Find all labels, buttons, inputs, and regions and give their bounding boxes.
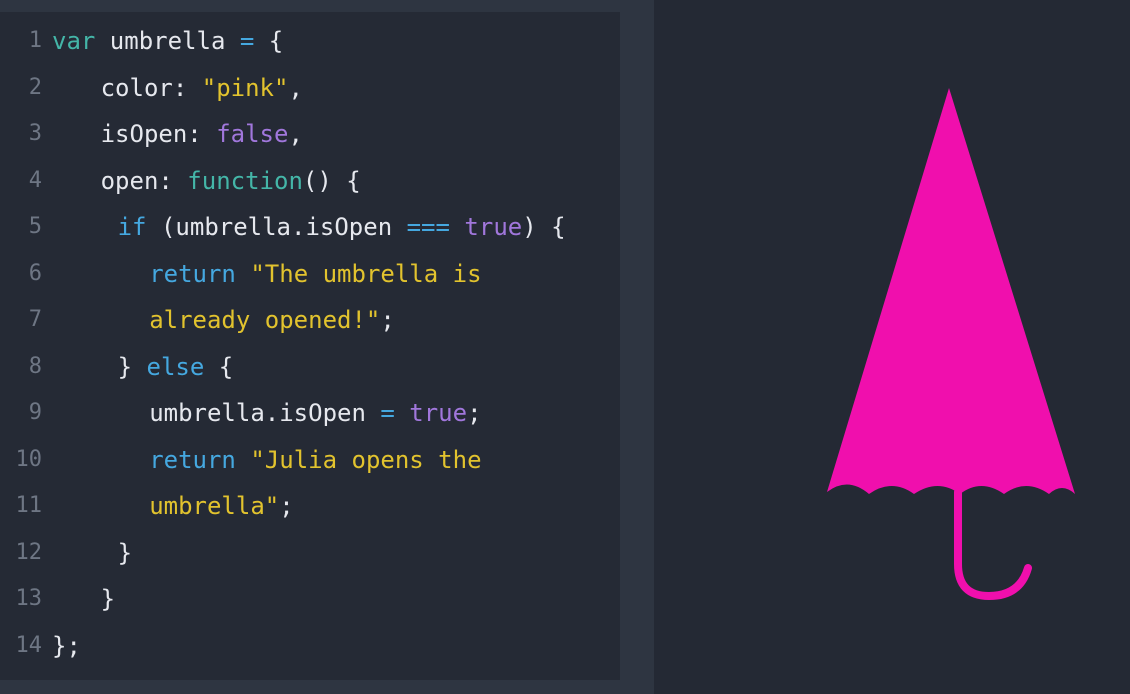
line-code[interactable]: return "Julia opens the bbox=[149, 448, 481, 472]
code-line[interactable]: 1 var umbrella = { bbox=[0, 29, 620, 76]
code-token: , bbox=[288, 120, 303, 148]
umbrella-handle bbox=[954, 488, 1032, 601]
code-line[interactable]: 13} bbox=[0, 587, 620, 634]
line-number: 6 bbox=[28, 260, 42, 286]
code-line[interactable]: 11 umbrella"; bbox=[0, 494, 620, 541]
code-token: } bbox=[117, 352, 147, 381]
code-token: }; bbox=[52, 631, 81, 660]
code-token: , bbox=[288, 73, 303, 102]
code-token: else bbox=[146, 352, 205, 381]
line-number: 14 bbox=[15, 632, 43, 658]
code-token: open: bbox=[100, 166, 188, 195]
code-token: isOpen: bbox=[100, 120, 217, 148]
code-token: ; bbox=[380, 306, 395, 334]
code-token: ; bbox=[467, 399, 482, 427]
code-token: true bbox=[464, 213, 523, 241]
code-token: return bbox=[149, 445, 236, 474]
code-line[interactable]: 7 already opened!"; bbox=[0, 308, 620, 355]
code-token: ; bbox=[279, 492, 294, 520]
line-number: 7 bbox=[28, 307, 42, 332]
line-code[interactable]: }; bbox=[52, 634, 81, 658]
code-lines: 1 var umbrella = {2 color: "pink", 3 isOpen:… bbox=[0, 29, 620, 680]
line-code[interactable]: return "The umbrella is bbox=[149, 262, 481, 286]
line-number: 8 bbox=[28, 353, 42, 379]
code-token: } bbox=[117, 538, 133, 567]
line-number: 10 bbox=[15, 446, 43, 472]
code-line[interactable]: 9 umbrella.isOpen = true; bbox=[0, 401, 620, 448]
line-code[interactable]: if (umbrella.isOpen === true) { bbox=[118, 215, 566, 239]
code-token: () { bbox=[302, 166, 361, 195]
line-code[interactable]: color: "pink", bbox=[101, 76, 303, 100]
code-token: false bbox=[216, 120, 289, 148]
line-code[interactable]: umbrella.isOpen = true; bbox=[149, 401, 481, 425]
code-token: true bbox=[409, 399, 468, 427]
panel-divider bbox=[620, 0, 654, 694]
code-line[interactable]: 5 if (umbrella.isOpen === true) { bbox=[0, 215, 620, 262]
line-number: 1 bbox=[28, 28, 42, 53]
code-token: = bbox=[239, 27, 255, 55]
code-token: umbrella bbox=[95, 27, 240, 55]
code-token: === bbox=[406, 213, 450, 241]
line-number: 3 bbox=[28, 121, 42, 146]
code-token: "pink" bbox=[201, 73, 289, 102]
app-stage: 1 var umbrella = {2 color: "pink", 3 isOpen:… bbox=[0, 0, 1130, 694]
code-line[interactable]: 8} else { bbox=[0, 353, 620, 402]
code-line[interactable]: 10 return "Julia opens the bbox=[0, 446, 620, 495]
code-line[interactable]: 4 open: function() { bbox=[0, 167, 620, 216]
code-token: "The umbrella is bbox=[250, 259, 482, 288]
code-token: (umbrella.isOpen bbox=[146, 213, 407, 241]
line-code[interactable]: } bbox=[101, 587, 115, 611]
code-line[interactable]: 6 return "The umbrella is bbox=[0, 260, 620, 309]
code-line[interactable]: 3 isOpen: false, bbox=[0, 122, 620, 169]
line-number: 4 bbox=[28, 167, 42, 193]
line-number: 13 bbox=[15, 586, 43, 611]
code-token: = bbox=[380, 399, 395, 427]
code-token: { bbox=[204, 352, 234, 381]
code-token: var bbox=[52, 27, 96, 55]
code-token: already opened!" bbox=[149, 306, 381, 334]
line-number: 12 bbox=[15, 539, 43, 565]
line-code[interactable]: var umbrella = { bbox=[52, 29, 283, 53]
code-token: function bbox=[187, 166, 303, 195]
code-token: } bbox=[100, 585, 116, 613]
code-token: { bbox=[254, 27, 284, 55]
code-token: umbrella" bbox=[149, 492, 280, 520]
code-token: umbrella.isOpen bbox=[149, 399, 381, 427]
line-code[interactable]: isOpen: false, bbox=[101, 122, 303, 146]
line-code[interactable]: } else { bbox=[118, 355, 234, 379]
line-code[interactable]: open: function() { bbox=[101, 169, 361, 193]
output-preview bbox=[654, 0, 1130, 694]
code-token: if bbox=[117, 213, 147, 241]
line-code[interactable]: } bbox=[118, 541, 132, 565]
code-line[interactable]: 12} bbox=[0, 539, 620, 588]
line-number: 2 bbox=[28, 74, 42, 100]
code-line[interactable]: 14}; bbox=[0, 632, 620, 681]
code-token: "Julia opens the bbox=[250, 445, 482, 474]
umbrella-canopy bbox=[827, 88, 1075, 494]
line-number: 11 bbox=[15, 493, 43, 518]
line-code[interactable]: already opened!"; bbox=[149, 308, 395, 332]
code-line[interactable]: 2 color: "pink", bbox=[0, 74, 620, 123]
line-number: 5 bbox=[28, 214, 42, 239]
code-token: return bbox=[149, 259, 236, 288]
line-code[interactable]: umbrella"; bbox=[149, 494, 294, 518]
umbrella-illustration bbox=[827, 88, 1075, 601]
code-token: ) { bbox=[522, 213, 566, 241]
code-editor[interactable]: 1 var umbrella = {2 color: "pink", 3 isOpen:… bbox=[0, 12, 620, 680]
line-number: 9 bbox=[28, 400, 42, 425]
code-token: color: bbox=[100, 73, 202, 102]
